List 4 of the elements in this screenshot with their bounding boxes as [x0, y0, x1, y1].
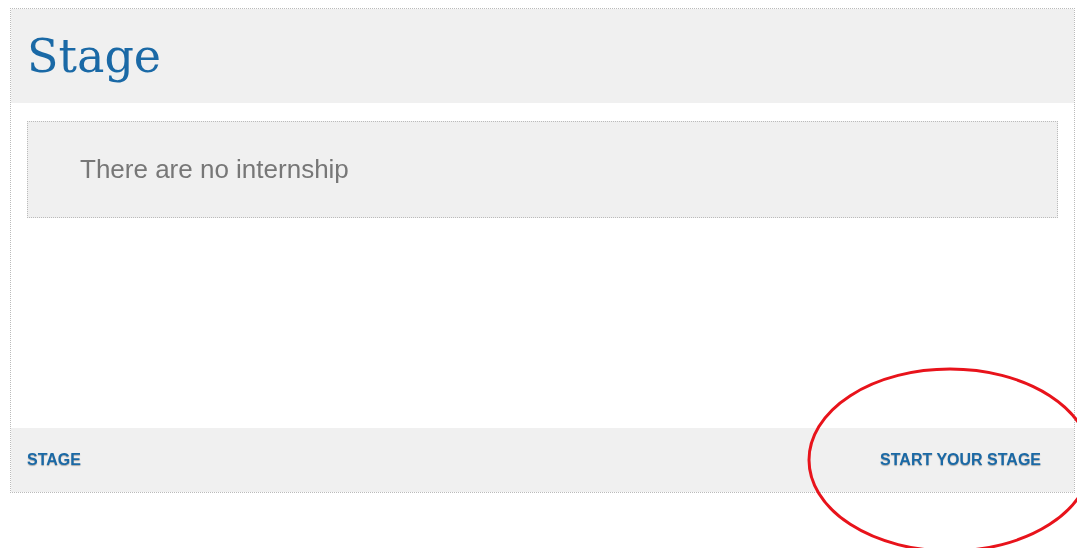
- footer-link[interactable]: START YOUR STAGE: [880, 451, 1041, 469]
- empty-message: There are no internship: [80, 154, 349, 184]
- footer-link[interactable]: STAGE: [27, 451, 81, 469]
- panel-title: Stage: [27, 29, 162, 83]
